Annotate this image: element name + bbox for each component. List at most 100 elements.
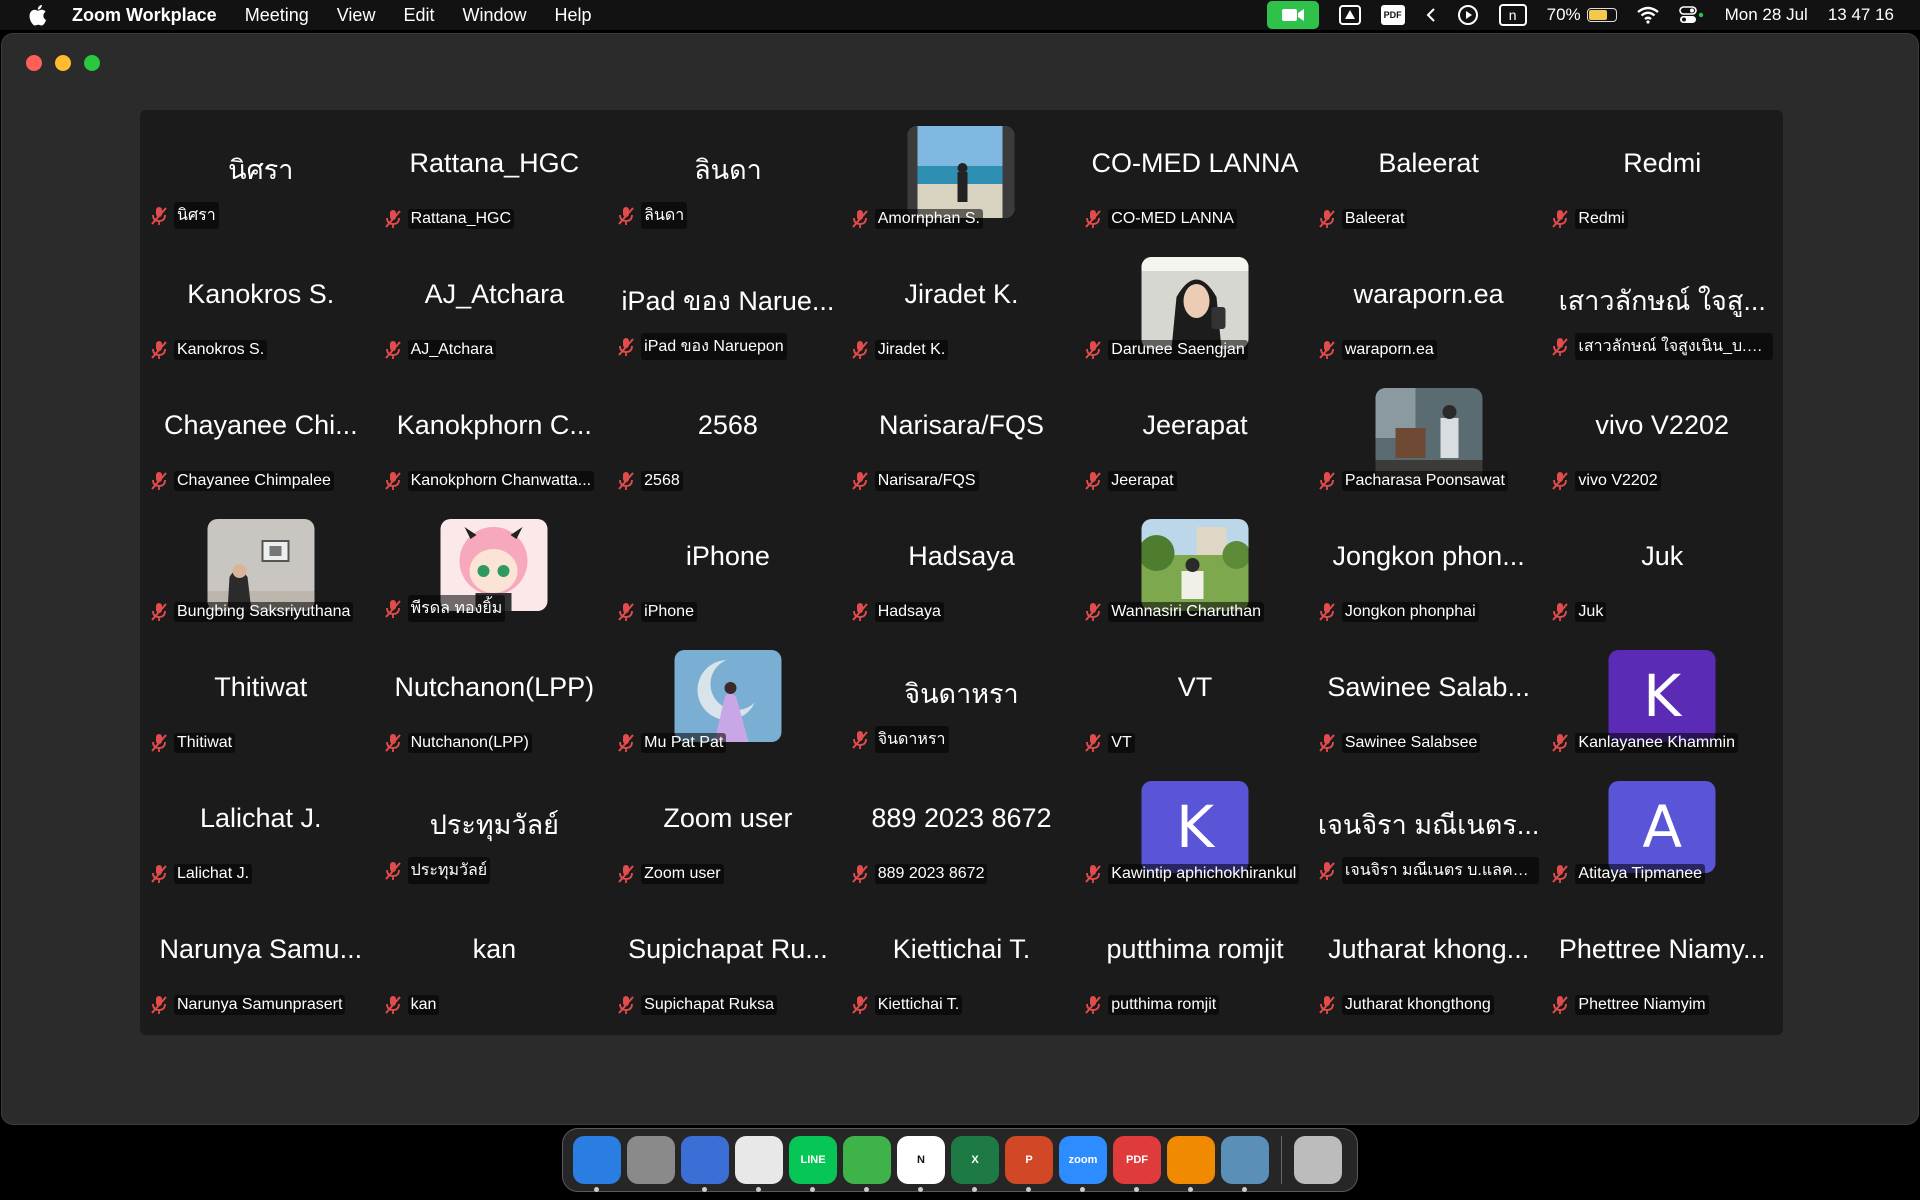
participant-display-name: kan (472, 934, 517, 964)
fullscreen-window-button[interactable] (84, 55, 100, 71)
participant-display-name: Lalichat J. (199, 803, 322, 833)
apple-icon[interactable] (26, 4, 48, 26)
vlc-icon[interactable] (1167, 1136, 1215, 1192)
participant-tile[interactable]: Darunee Saengjan (1078, 245, 1312, 376)
chrome-icon[interactable] (735, 1136, 783, 1192)
participant-tile[interactable]: putthima romjit putthima romjit (1078, 900, 1312, 1031)
participant-tile[interactable]: CO-MED LANNA CO-MED LANNA (1078, 114, 1312, 245)
participant-tile[interactable]: 889 2023 8672 889 2023 8672 (845, 769, 1079, 900)
participant-tile[interactable]: ประทุมวัลย์ ประทุมวัลย์ (378, 769, 612, 900)
mic-muted-icon (1551, 337, 1569, 357)
finder-icon[interactable] (573, 1136, 621, 1192)
battery-percent: 70% (1546, 5, 1581, 24)
menu-edit[interactable]: Edit (403, 5, 434, 26)
line-icon[interactable]: LINE (789, 1136, 837, 1192)
participant-tile[interactable]: Mu Pat Pat (611, 638, 845, 769)
quicktime-icon[interactable] (1221, 1136, 1269, 1192)
participant-tile[interactable]: Jongkon phon... Jongkon phonphai (1312, 507, 1546, 638)
menubar-date[interactable]: Mon 28 Jul (1725, 5, 1808, 25)
participant-tile[interactable]: Supichapat Ru... Supichapat Ruksa (611, 900, 845, 1031)
participant-tile[interactable]: Wannasiri Charuthan (1078, 507, 1312, 638)
close-window-button[interactable] (26, 55, 42, 71)
chevron-left-icon[interactable] (1425, 4, 1437, 26)
participant-tile[interactable]: Kanokphorn C... Kanokphorn Chanwatta... (378, 376, 612, 507)
running-indicator (702, 1187, 707, 1192)
participant-display-name: Baleerat (1378, 148, 1479, 178)
launchpad-icon[interactable] (627, 1136, 675, 1184)
participant-tile[interactable]: vivo V2202 vivo V2202 (1545, 376, 1779, 507)
menu-view[interactable]: View (337, 5, 376, 26)
participant-tile[interactable]: Chayanee Chi... Chayanee Chimpalee (144, 376, 378, 507)
numbers-icon[interactable] (843, 1136, 891, 1192)
participant-tile[interactable]: A Atitaya Tipmanee (1545, 769, 1779, 900)
participant-tile[interactable]: iPhone iPhone (611, 507, 845, 638)
participant-tile[interactable]: Jutharat khong... Jutharat khongthong (1312, 900, 1546, 1031)
play-icon[interactable] (1457, 4, 1479, 26)
running-indicator (1134, 1187, 1139, 1192)
running-indicator (1242, 1187, 1247, 1192)
drive-icon[interactable] (1338, 4, 1361, 26)
participant-tile[interactable]: Jeerapat Jeerapat (1078, 376, 1312, 507)
participant-tile[interactable]: iPad ของ Narue... iPad ของ Naruepon (611, 245, 845, 376)
app-menu[interactable]: Zoom Workplace (72, 5, 217, 26)
menu-window[interactable]: Window (462, 5, 526, 26)
participant-tile[interactable]: Kiettichai T. Kiettichai T. (845, 900, 1079, 1031)
participant-tile[interactable]: Bungbing Saksriyuthana (144, 507, 378, 638)
participant-tile[interactable]: เจนจิรา มณีเนตร... เจนจิรา มณีเนตร บ.แลคต… (1312, 769, 1546, 900)
participant-tile[interactable]: Sawinee Salab... Sawinee Salabsee (1312, 638, 1546, 769)
participant-photo (1375, 388, 1483, 480)
participant-tile[interactable]: 2568 2568 (611, 376, 845, 507)
participant-tile[interactable]: Hadsaya Hadsaya (845, 507, 1079, 638)
participant-name: Bungbing Saksriyuthana (174, 602, 354, 622)
pdf-expert-icon[interactable]: PDF (1113, 1136, 1161, 1192)
participant-name: Phettree Niamyim (1575, 995, 1709, 1015)
participant-tile[interactable]: Phettree Niamy... Phettree Niamyim (1545, 900, 1779, 1031)
mic-muted-icon (1084, 995, 1102, 1015)
powerpoint-icon[interactable]: P (1005, 1136, 1053, 1192)
firefox-icon[interactable] (681, 1136, 729, 1192)
participant-tile[interactable]: Rattana_HGC Rattana_HGC (378, 114, 612, 245)
participant-name: AJ_Atchara (407, 340, 497, 360)
participant-tile[interactable]: K Kanlayanee Khammin (1545, 638, 1779, 769)
participant-tile[interactable]: Baleerat Baleerat (1312, 114, 1546, 245)
participant-tile[interactable]: Redmi Redmi (1545, 114, 1779, 245)
excel-icon[interactable]: X (951, 1136, 999, 1192)
zoom-icon[interactable]: zoom (1059, 1136, 1107, 1192)
participant-tile[interactable]: kan kan (378, 900, 612, 1031)
participant-tile[interactable]: Pacharasa Poonsawat (1312, 376, 1546, 507)
menubar-time[interactable]: 13 47 16 (1828, 5, 1894, 25)
participant-tile[interactable]: Jiradet K. Jiradet K. (845, 245, 1079, 376)
wifi-icon[interactable] (1636, 4, 1659, 26)
menu-meeting[interactable]: Meeting (245, 5, 309, 26)
battery-icon[interactable]: 70% (1547, 5, 1617, 25)
minimize-window-button[interactable] (55, 55, 71, 71)
participant-tile[interactable]: Zoom user Zoom user (611, 769, 845, 900)
zoom-camera-icon[interactable] (1266, 1, 1319, 29)
participant-tile[interactable]: ลินดา ลินดา (611, 114, 845, 245)
trash-icon[interactable] (1294, 1136, 1342, 1184)
menu-help[interactable]: Help (555, 5, 592, 26)
participant-tile[interactable]: Thitiwat Thitiwat (144, 638, 378, 769)
notion-icon[interactable]: N (897, 1136, 945, 1192)
participant-tile[interactable]: Amornphan S. (845, 114, 1079, 245)
participant-tile[interactable]: Lalichat J. Lalichat J. (144, 769, 378, 900)
participant-tile[interactable]: VT VT (1078, 638, 1312, 769)
pdf-icon[interactable]: PDF (1380, 5, 1405, 25)
participant-tile[interactable]: Kanokros S. Kanokros S. (144, 245, 378, 376)
participant-tile[interactable]: เสาวลักษณ์ ใจสู... เสาวลักษณ์ ใจสูงเนิน_บ… (1545, 245, 1779, 376)
participant-tile[interactable]: AJ_Atchara AJ_Atchara (378, 245, 612, 376)
participant-tile[interactable]: K Kawintip aphichokhirankul (1078, 769, 1312, 900)
participant-tile[interactable]: waraporn.ea waraporn.ea (1312, 245, 1546, 376)
participant-tile[interactable]: Narunya Samu... Narunya Samunprasert (144, 900, 378, 1031)
n-box-icon[interactable]: n (1498, 4, 1527, 26)
participant-tile[interactable]: นิศรา นิศรา (144, 114, 378, 245)
participant-tile[interactable]: จินดาหรา จินดาหรา (845, 638, 1079, 769)
participant-tile[interactable]: Narisara/FQS Narisara/FQS (845, 376, 1079, 507)
control-center-icon[interactable] (1678, 4, 1705, 26)
participant-tile[interactable]: Juk Juk (1545, 507, 1779, 638)
participant-tile[interactable]: พีรดล ทองยิ้ม (378, 507, 612, 638)
participant-tile[interactable]: Nutchanon(LPP) Nutchanon(LPP) (378, 638, 612, 769)
participant-name-label: Hadsaya (851, 602, 1073, 622)
mic-muted-icon (1084, 733, 1102, 753)
participant-name-label: Kiettichai T. (851, 995, 1073, 1015)
